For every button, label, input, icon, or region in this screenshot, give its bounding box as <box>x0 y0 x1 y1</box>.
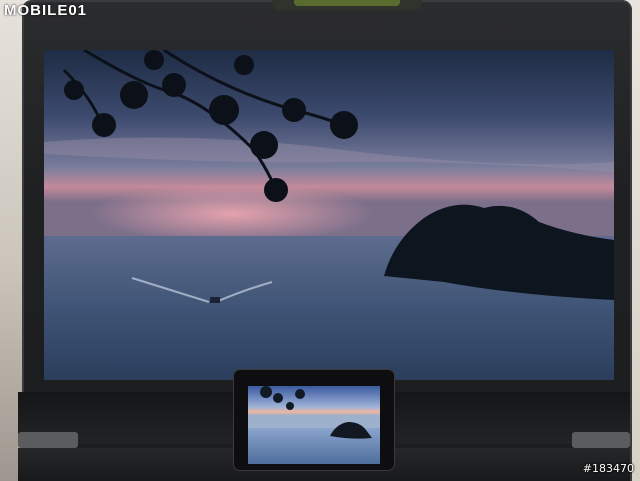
laptop-hinge-left <box>18 432 78 448</box>
laptop-screen <box>44 50 614 380</box>
boat <box>210 297 220 303</box>
phone-screen <box>248 386 380 464</box>
smartphone <box>234 370 394 470</box>
mobile01-logo: MOBILE01 <box>4 2 87 19</box>
photo-stage: MOBILE01 #183470 <box>0 0 640 481</box>
phone-wallpaper <box>248 386 380 464</box>
laptop-top-latch <box>272 0 422 10</box>
laptop-hinge-right <box>572 432 630 448</box>
photo-id-watermark: #183470 <box>582 462 634 475</box>
sunset-wallpaper <box>44 50 614 380</box>
logo-text: MOBILE01 <box>4 2 88 19</box>
